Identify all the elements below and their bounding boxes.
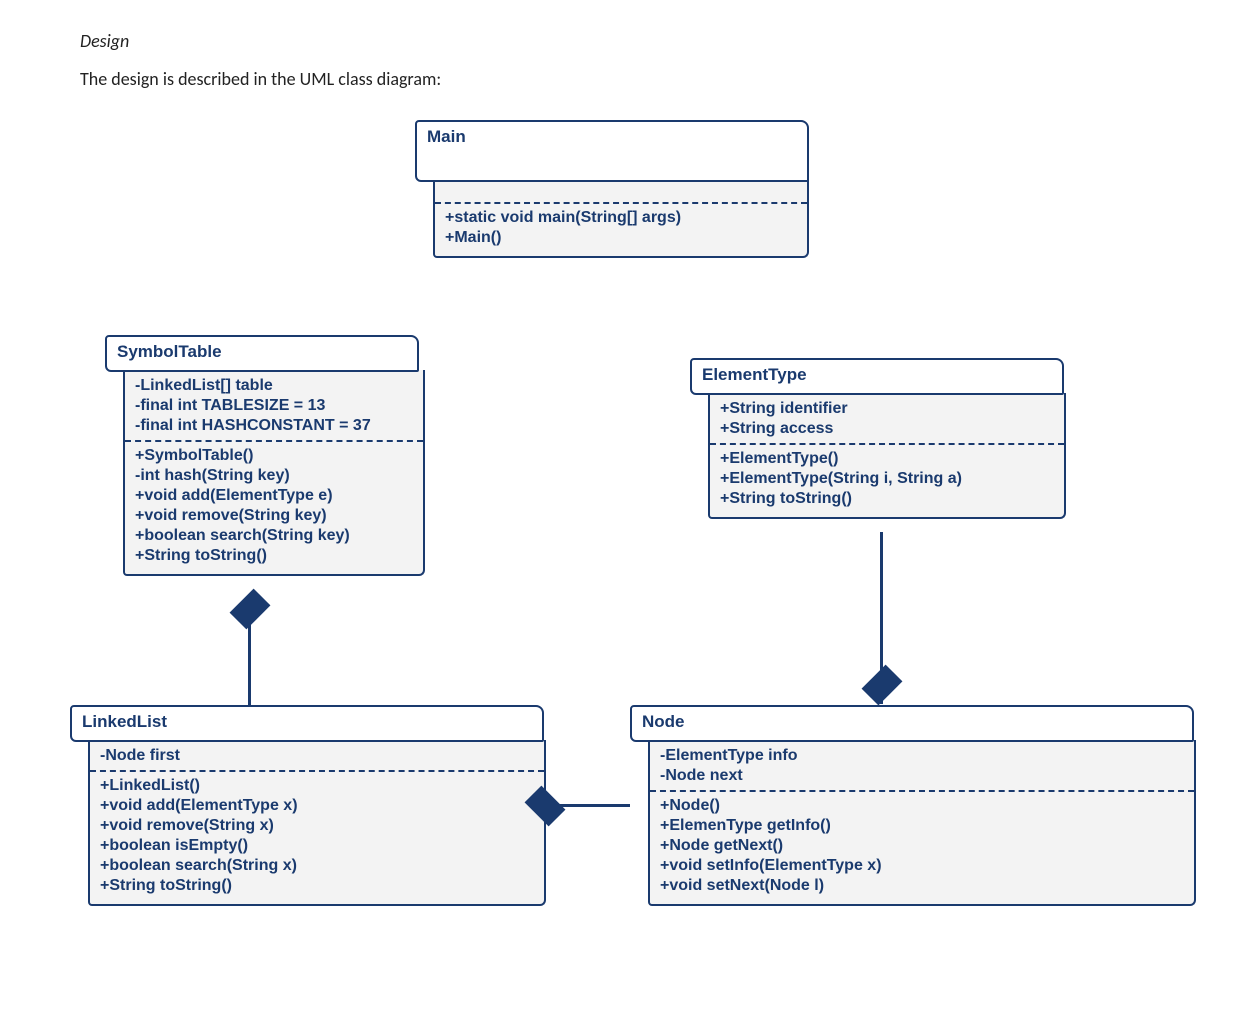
method-line: +void remove(String key) [135,506,413,526]
attribute-line: -ElementType info [660,746,1184,766]
class-body: -ElementType info -Node next +Node() +El… [648,740,1196,906]
composition-diamond-icon [862,665,903,706]
class-ElementType: ElementType +String identifier +String a… [690,358,1050,521]
method-line: +ElementType() [720,449,1054,469]
class-body: +static void main(String[] args) +Main() [433,180,809,258]
class-body: +String identifier +String access +Eleme… [708,393,1066,519]
class-body: -Node first +LinkedList() +void add(Elem… [88,740,546,906]
class-name-label: ElementType [702,365,807,384]
method-line: +void add(ElementType e) [135,486,413,506]
method-line: +String toString() [135,546,413,566]
method-line: -int hash(String key) [135,466,413,486]
compartment-divider [710,443,1064,445]
method-line: +void add(ElementType x) [100,796,534,816]
attribute-line: -LinkedList[] table [135,376,413,396]
method-line: +boolean search(String key) [135,526,413,546]
class-name-label: SymbolTable [117,342,222,361]
class-Node: Node -ElementType info -Node next +Node(… [630,705,1190,908]
uml-diagram-canvas: Main +static void main(String[] args) +M… [80,120,1202,970]
method-line: +String toString() [720,489,1054,509]
class-title: ElementType [690,358,1064,395]
composition-diamond-icon [230,589,271,630]
method-line: +void remove(String x) [100,816,534,836]
method-line: +void setInfo(ElementType x) [660,856,1184,876]
class-title: LinkedList [70,705,544,742]
attribute-line: -Node first [100,746,534,766]
compartment-divider [650,790,1194,792]
class-body: -LinkedList[] table -final int TABLESIZE… [123,370,425,576]
class-Main: Main +static void main(String[] args) +M… [415,120,785,260]
class-name-label: LinkedList [82,712,167,731]
compartment-divider [90,770,544,772]
method-line: +boolean isEmpty() [100,836,534,856]
method-line: +static void main(String[] args) [445,208,797,228]
class-title: SymbolTable [105,335,419,372]
class-name-label: Node [642,712,685,731]
method-line: +SymbolTable() [135,446,413,466]
attribute-line: +String identifier [720,399,1054,419]
method-line: +LinkedList() [100,776,534,796]
compartment-divider [125,440,423,442]
class-name-label: Main [427,127,466,146]
class-LinkedList: LinkedList -Node first +LinkedList() +vo… [70,705,530,908]
method-line: +Node() [660,796,1184,816]
method-line: +Node getNext() [660,836,1184,856]
section-heading: Design [80,30,1202,52]
class-SymbolTable: SymbolTable -LinkedList[] table -final i… [105,335,415,578]
attribute-line: -final int TABLESIZE = 13 [135,396,413,416]
class-title: Node [630,705,1194,742]
section-description: The design is described in the UML class… [80,68,1202,90]
class-title: Main [415,120,809,182]
attribute-line: -final int HASHCONSTANT = 37 [135,416,413,436]
method-line: +boolean search(String x) [100,856,534,876]
compartment-divider [435,202,807,204]
method-line: +String toString() [100,876,534,896]
attribute-line: -Node next [660,766,1184,786]
attribute-line: +String access [720,419,1054,439]
method-line: +ElemenType getInfo() [660,816,1184,836]
method-line: +Main() [445,228,797,248]
method-line: +ElementType(String i, String a) [720,469,1054,489]
method-line: +void setNext(Node l) [660,876,1184,896]
